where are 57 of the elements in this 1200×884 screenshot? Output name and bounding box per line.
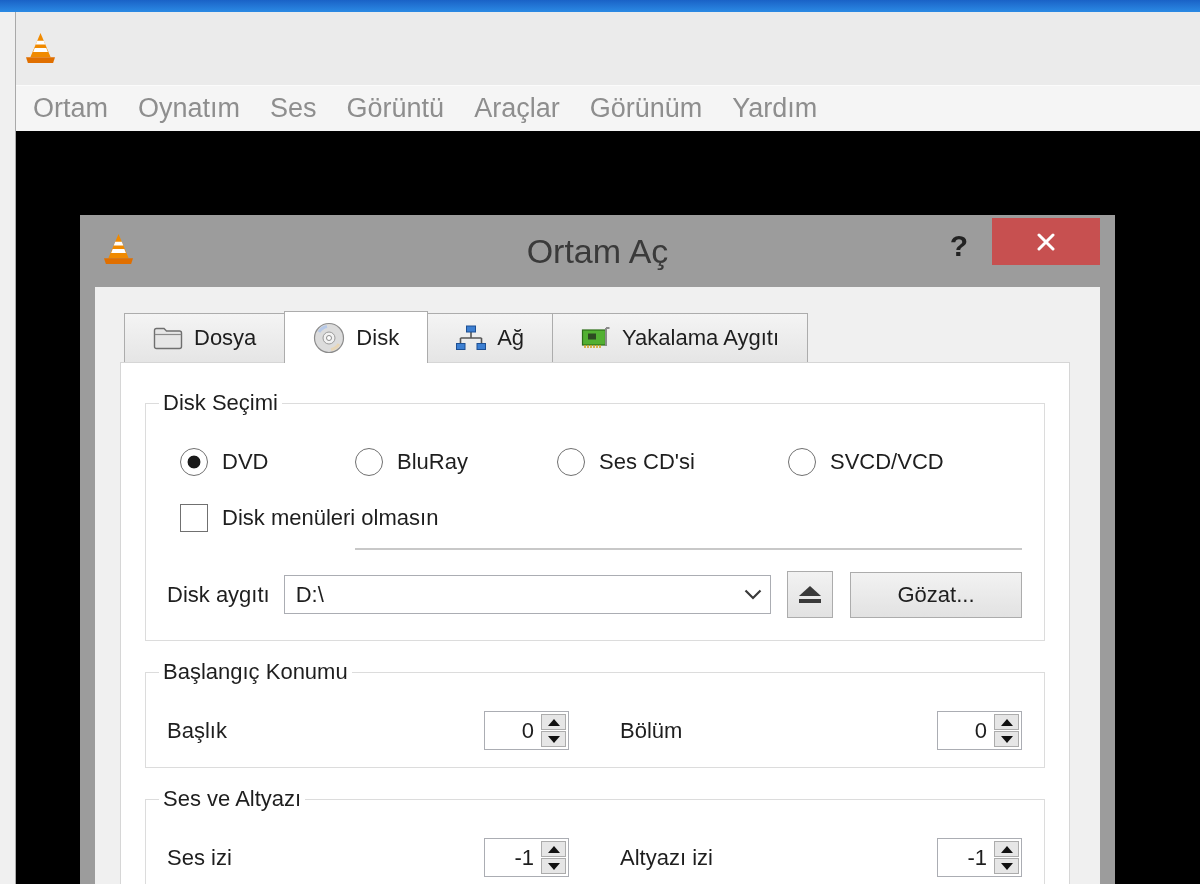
dropdown-field[interactable]: D:\ (283, 575, 771, 614)
radio-label[interactable]: Ses CD'si (599, 449, 695, 475)
up-triangle-icon (1000, 718, 1013, 726)
field-label: Disk aygıtı (167, 581, 270, 608)
down-triangle-icon (547, 862, 560, 870)
close-button[interactable] (992, 218, 1100, 265)
down-triangle-icon (1000, 862, 1013, 870)
spin-down-button[interactable] (541, 731, 566, 747)
spin-box[interactable]: -1 (484, 838, 569, 877)
down-triangle-icon (1000, 735, 1013, 743)
down-triangle-icon (547, 735, 560, 743)
radio-label[interactable]: DVD (222, 449, 269, 475)
circuit-board-icon (581, 325, 612, 351)
eject-icon (799, 585, 821, 604)
field-label: Bölüm (620, 717, 684, 744)
tab[interactable]: Yakalama Aygıtı (552, 313, 808, 362)
radio-button[interactable] (355, 448, 383, 476)
radio-button[interactable] (788, 448, 816, 476)
network-icon (456, 325, 487, 351)
group-title: Başlangıç Konumu (162, 659, 349, 685)
spin-up-button[interactable] (994, 714, 1019, 730)
spin-down-button[interactable] (994, 858, 1019, 874)
close-icon (1037, 232, 1055, 251)
field-label: Altyazı izi (620, 844, 714, 871)
traffic-cone-icon (103, 233, 134, 265)
spin-up-button[interactable] (541, 841, 566, 857)
radio-button[interactable] (557, 448, 585, 476)
tab[interactable]: Dosya (124, 313, 286, 362)
checkbox[interactable] (180, 504, 208, 532)
folder-icon (153, 326, 183, 350)
spin-up-button[interactable] (994, 841, 1019, 857)
up-triangle-icon (1000, 845, 1013, 853)
eject-button[interactable] (787, 571, 833, 618)
spin-up-button[interactable] (541, 714, 566, 730)
help-button[interactable]: ? (949, 231, 968, 261)
up-triangle-icon (547, 845, 560, 853)
dialog-title: Ortam Aç (526, 231, 669, 271)
chevron-down-icon (744, 589, 762, 600)
field-label: Başlık (167, 717, 228, 744)
radio-button[interactable] (180, 448, 208, 476)
spin-box[interactable]: 0 (937, 711, 1022, 750)
radio-label[interactable]: BluRay (397, 449, 468, 475)
spin-box[interactable]: -1 (937, 838, 1022, 877)
browse-button[interactable]: Gözat... (850, 571, 1022, 618)
tab[interactable]: Ağ (427, 313, 554, 362)
up-triangle-icon (547, 718, 560, 726)
spin-down-button[interactable] (994, 731, 1019, 747)
tab[interactable]: Disk (284, 311, 429, 363)
traffic-cone-icon (25, 32, 56, 64)
group-title: Ses ve Altyazı (162, 786, 303, 812)
field-label: Ses izi (167, 844, 233, 871)
radio-label[interactable]: SVCD/VCD (830, 449, 944, 475)
group-title: Disk Seçimi (162, 390, 279, 416)
disc-icon (313, 321, 346, 354)
spin-down-button[interactable] (541, 858, 566, 874)
checkbox-label[interactable]: Disk menüleri olmasın (222, 505, 439, 531)
spin-box[interactable]: 0 (484, 711, 569, 750)
